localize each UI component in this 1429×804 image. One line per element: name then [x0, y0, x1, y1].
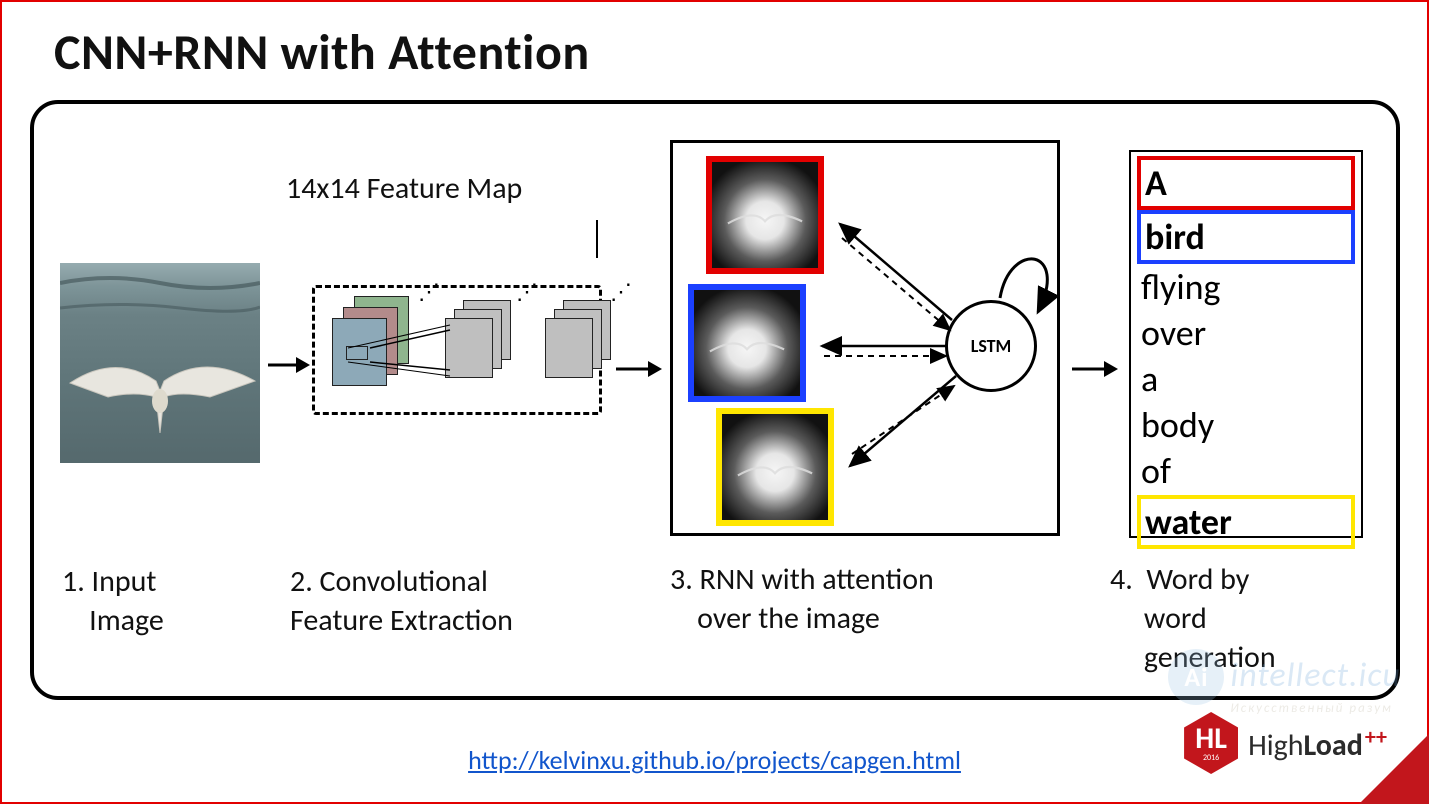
lstm-label: LSTM	[971, 335, 1012, 357]
highload-bold: Load	[1304, 727, 1363, 764]
corner-triangle	[1359, 734, 1429, 804]
caption-3: 3. RNN with attention over the image	[670, 560, 934, 638]
output-word-box: A bird flying over a body of water	[1129, 150, 1363, 538]
highload-hex-text: HL	[1195, 724, 1227, 754]
highload-hex-icon: HL 2016	[1184, 712, 1238, 774]
out-word-6: of	[1137, 448, 1355, 494]
watermark: Aiintellect.icu Искусственный разум	[1168, 649, 1401, 716]
out-word-1: bird	[1137, 210, 1355, 264]
out-word-7: water	[1137, 495, 1355, 549]
out-word-2: flying	[1137, 264, 1355, 310]
dots-2: ⋰	[516, 278, 542, 305]
caption-2: 2. Convolutional Feature Extraction	[290, 562, 513, 640]
highload-hex-year: 2016	[1203, 754, 1219, 762]
arrow-2	[614, 356, 664, 382]
caption-1: 1. Input Image	[62, 562, 164, 640]
reference-link[interactable]: http://kelvinxu.github.io/projects/capge…	[468, 744, 961, 776]
out-word-3: over	[1137, 310, 1355, 356]
slide-title: CNN+RNN with Attention	[54, 22, 590, 83]
feature-map-label: 14x14 Feature Map	[286, 170, 522, 207]
attention-tile-red	[706, 156, 824, 274]
highload-light: High	[1248, 727, 1303, 764]
out-word-0: A	[1137, 156, 1355, 210]
input-image	[60, 263, 260, 463]
watermark-text: intellect.icu	[1230, 655, 1401, 696]
dots-3: ⋰	[610, 278, 636, 305]
watermark-badge: Ai	[1168, 649, 1224, 705]
dots-1: ⋰	[418, 278, 444, 305]
lstm-node: LSTM	[945, 300, 1037, 392]
attention-tile-blue	[688, 284, 806, 402]
out-word-4: a	[1137, 356, 1355, 402]
highload-logo: HL 2016 HighLoad++	[1184, 712, 1387, 774]
arrow-3	[1070, 356, 1120, 382]
attention-tile-yellow	[716, 408, 834, 526]
feature-map-tick	[596, 220, 598, 258]
out-word-5: body	[1137, 402, 1355, 448]
arrow-1	[266, 352, 310, 378]
